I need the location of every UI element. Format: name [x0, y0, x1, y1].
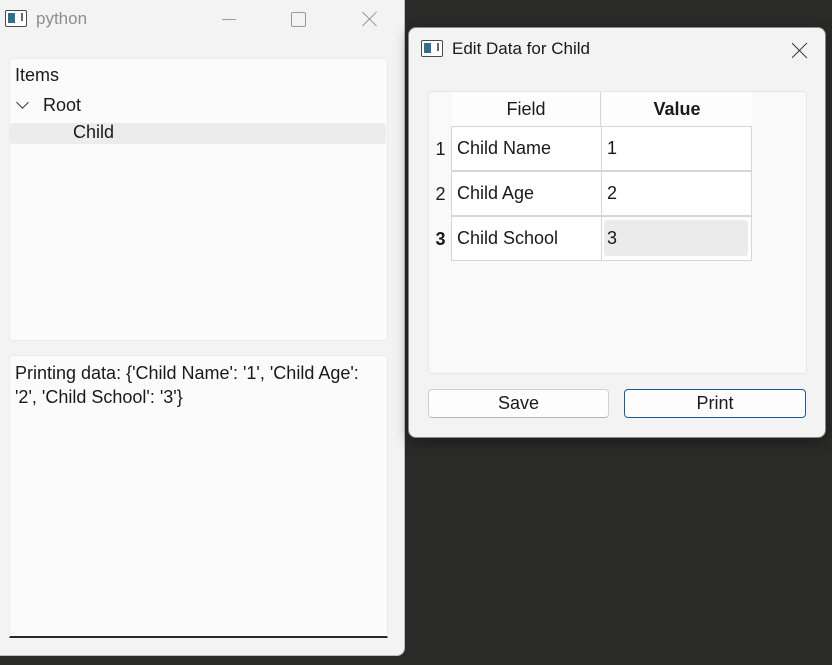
chevron-down-icon[interactable] — [16, 96, 29, 109]
edit-dialog: Edit Data for Child Field Value 1 Child … — [408, 27, 826, 438]
table-cell-field[interactable]: Child Age — [451, 171, 602, 216]
main-window: python Items Root Child Printing data: {… — [0, 0, 405, 656]
tree-item-root-label: Root — [43, 95, 82, 115]
cell-editor-text: 3 — [607, 228, 618, 248]
app-icon — [5, 10, 27, 27]
data-table: Field Value 1 Child Name 1 2 Child Age 2… — [428, 91, 807, 374]
close-icon[interactable] — [781, 34, 817, 66]
tree-header: Items — [15, 65, 60, 85]
output-text-area[interactable]: Printing data: {'Child Name': '1', 'Chil… — [9, 355, 388, 638]
column-header-value[interactable]: Value — [602, 92, 752, 127]
tree-item-child-label: Child — [73, 122, 115, 142]
main-window-title: python — [36, 9, 88, 28]
table-cell-value-editing[interactable]: 3 — [601, 216, 752, 261]
save-button[interactable]: Save — [428, 389, 609, 418]
cell-editor[interactable] — [604, 220, 748, 256]
table-cell-field[interactable]: Child School — [451, 216, 602, 261]
maximize-icon[interactable] — [275, 0, 321, 40]
print-button[interactable]: Print — [624, 389, 806, 418]
close-icon[interactable] — [346, 0, 392, 40]
minimize-icon[interactable] — [206, 0, 252, 40]
column-header-field[interactable]: Field — [452, 92, 601, 127]
main-titlebar[interactable]: python — [0, 0, 404, 40]
row-number[interactable]: 3 — [429, 217, 452, 261]
app-icon — [421, 40, 443, 57]
output-text: Printing data: {'Child Name': '1', 'Chil… — [15, 363, 359, 407]
dialog-title: Edit Data for Child — [452, 39, 590, 58]
row-number[interactable]: 1 — [429, 127, 452, 171]
tree-view[interactable]: Items Root Child — [9, 58, 388, 341]
table-cell-field[interactable]: Child Name — [451, 126, 602, 171]
tree-item-child[interactable]: Child — [10, 122, 386, 144]
tree-item-root[interactable]: Root — [10, 95, 387, 117]
table-cell-value[interactable]: 2 — [601, 171, 752, 216]
row-number[interactable]: 2 — [429, 172, 452, 216]
table-cell-value[interactable]: 1 — [601, 126, 752, 171]
